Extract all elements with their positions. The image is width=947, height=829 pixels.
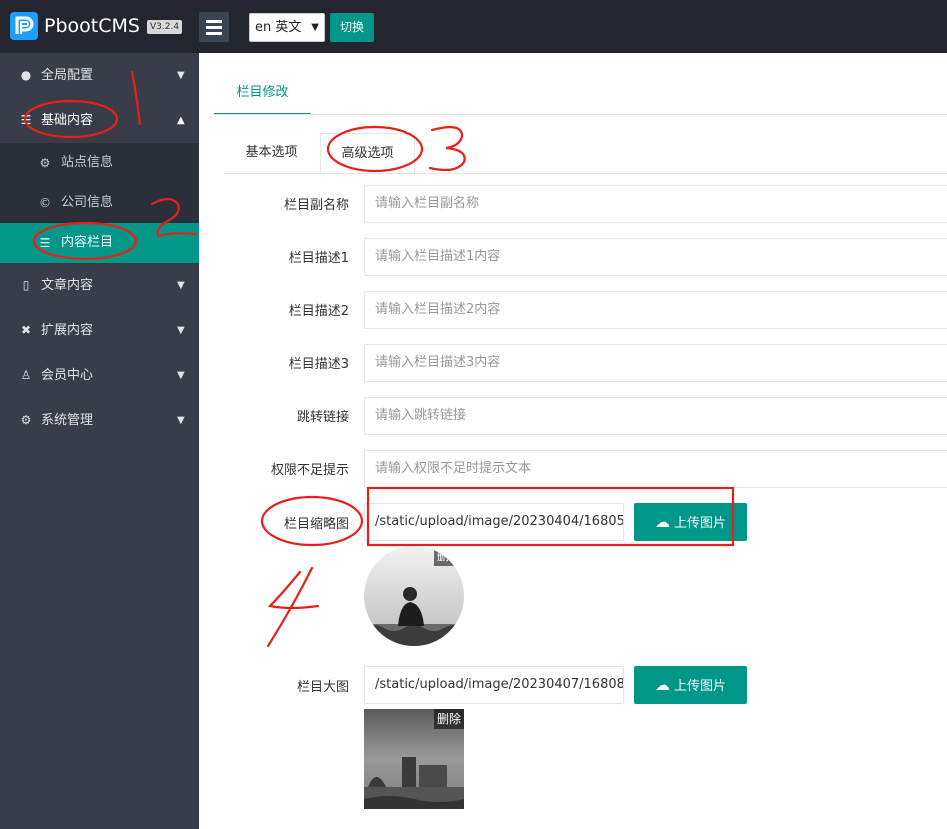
logo-text: PbootCMS (44, 15, 140, 37)
thumbnail-upload-button[interactable]: ☁ 上传图片 (634, 503, 747, 541)
field-label-banner: 栏目大图 (296, 680, 349, 695)
sidebar-item-extensions[interactable]: ✖ 扩展内容 ▼ (0, 308, 199, 353)
switch-language-button[interactable]: 切换 (330, 13, 374, 42)
permission-tip-input[interactable]: 请输入权限不足时提示文本 (364, 450, 947, 488)
globe-icon: ● (20, 68, 32, 82)
caret-down-icon: ▼ (177, 325, 185, 336)
sub-tab-divider (224, 173, 947, 174)
tab-advanced-options[interactable]: 高级选项 (320, 133, 415, 173)
sidebar-subitem-company-info[interactable]: © 公司信息 (0, 183, 199, 223)
sidebar-item-label: 基础内容 (41, 113, 94, 128)
sidebar-item-label: 系统管理 (41, 413, 94, 428)
thumbnail-path-input[interactable]: /static/upload/image/20230404/1680598 (364, 503, 624, 541)
cloud-upload-icon: ☁ (654, 513, 670, 531)
banner-delete-button[interactable]: 删除 (433, 709, 464, 729)
redirect-link-input[interactable]: 请输入跳转链接 (364, 397, 947, 435)
banner-path-input[interactable]: /static/upload/image/20230407/1680854 (364, 666, 624, 704)
copyright-icon: © (39, 196, 51, 210)
menu-toggle-button[interactable] (199, 12, 229, 42)
field-label-thumbnail: 栏目缩略图 (283, 517, 349, 532)
desc3-input[interactable]: 请输入栏目描述3内容 (364, 344, 947, 382)
banner-upload-button[interactable]: ☁ 上传图片 (634, 666, 747, 704)
sidebar-subitem-content-columns[interactable]: ☰ 内容栏目 (0, 223, 199, 263)
tab-basic-options[interactable]: 基本选项 (234, 133, 309, 173)
basic-content-submenu: ⚙ 站点信息 © 公司信息 ☰ 内容栏目 (0, 143, 199, 263)
upload-button-label: 上传图片 (673, 679, 726, 694)
language-select[interactable]: en 英文 ▼ (249, 13, 325, 42)
subname-input[interactable]: 请输入栏目副名称 (364, 185, 947, 223)
gear-icon: ⚙ (20, 413, 32, 427)
sidebar-item-basic-content[interactable]: ☰ 基础内容 ▲ (0, 98, 199, 143)
user-icon: ♙ (20, 368, 32, 382)
pbootcms-logo-icon (10, 12, 38, 40)
field-label-permission-tip: 权限不足提示 (270, 463, 349, 478)
sidebar-subitem-label: 站点信息 (61, 155, 114, 170)
sidebar-subitem-site-info[interactable]: ⚙ 站点信息 (0, 143, 199, 183)
cloud-upload-icon: ☁ (654, 676, 670, 694)
file-icon: ▯ (22, 278, 30, 292)
top-header: PbootCMS V3.2.4 en 英文 ▼ 切换 (0, 0, 947, 53)
upload-button-label: 上传图片 (673, 516, 726, 531)
caret-up-icon: ▲ (177, 115, 185, 126)
field-label-desc2: 栏目描述2 (288, 304, 349, 319)
sidebar-item-articles[interactable]: ▯ 文章内容 ▼ (0, 263, 199, 308)
sidebar-item-global-config[interactable]: ● 全局配置 ▼ (0, 53, 199, 98)
field-label-subname: 栏目副名称 (283, 198, 349, 213)
sidebar-subitem-label: 公司信息 (61, 195, 114, 210)
tab-edit-column[interactable]: 栏目修改 (214, 81, 311, 115)
sidebar-item-label: 全局配置 (41, 68, 94, 83)
sidebar-item-members[interactable]: ♙ 会员中心 ▼ (0, 353, 199, 398)
tab-divider (214, 114, 947, 115)
field-label-desc3: 栏目描述3 (288, 357, 349, 372)
thumbnail-delete-button[interactable]: 删除 (433, 546, 464, 566)
gear-icon: ⚙ (39, 156, 51, 170)
language-select-value: en 英文 (255, 20, 302, 35)
chevron-down-icon: ▼ (311, 22, 319, 33)
field-label-desc1: 栏目描述1 (288, 251, 349, 266)
sliders-icon: ☰ (20, 113, 32, 127)
caret-down-icon: ▼ (177, 70, 185, 81)
caret-down-icon: ▼ (177, 280, 185, 291)
version-badge: V3.2.4 (147, 20, 183, 34)
caret-down-icon: ▼ (177, 370, 185, 381)
list-icon: ☰ (39, 236, 51, 250)
caret-down-icon: ▼ (177, 415, 185, 426)
sidebar-item-system[interactable]: ⚙ 系统管理 ▼ (0, 398, 199, 443)
sidebar-subitem-label: 内容栏目 (61, 235, 114, 250)
sidebar-item-label: 会员中心 (41, 368, 94, 383)
expand-icon: ✖ (20, 323, 32, 337)
banner-preview-image: 删除 (364, 709, 464, 809)
sidebar-item-label: 文章内容 (41, 278, 94, 293)
thumbnail-preview-image: 删除 (364, 546, 464, 646)
sidebar-item-label: 扩展内容 (41, 323, 94, 338)
desc2-input[interactable]: 请输入栏目描述2内容 (364, 291, 947, 329)
field-label-redirect: 跳转链接 (296, 410, 349, 425)
main-content: 栏目修改 基本选项 高级选项 栏目副名称 请输入栏目副名称 栏目描述1 请输入栏… (199, 53, 947, 829)
sidebar: ● 全局配置 ▼ ☰ 基础内容 ▲ ⚙ 站点信息 © 公司信息 ☰ 内容栏目 ▯… (0, 53, 199, 829)
desc1-input[interactable]: 请输入栏目描述1内容 (364, 238, 947, 276)
